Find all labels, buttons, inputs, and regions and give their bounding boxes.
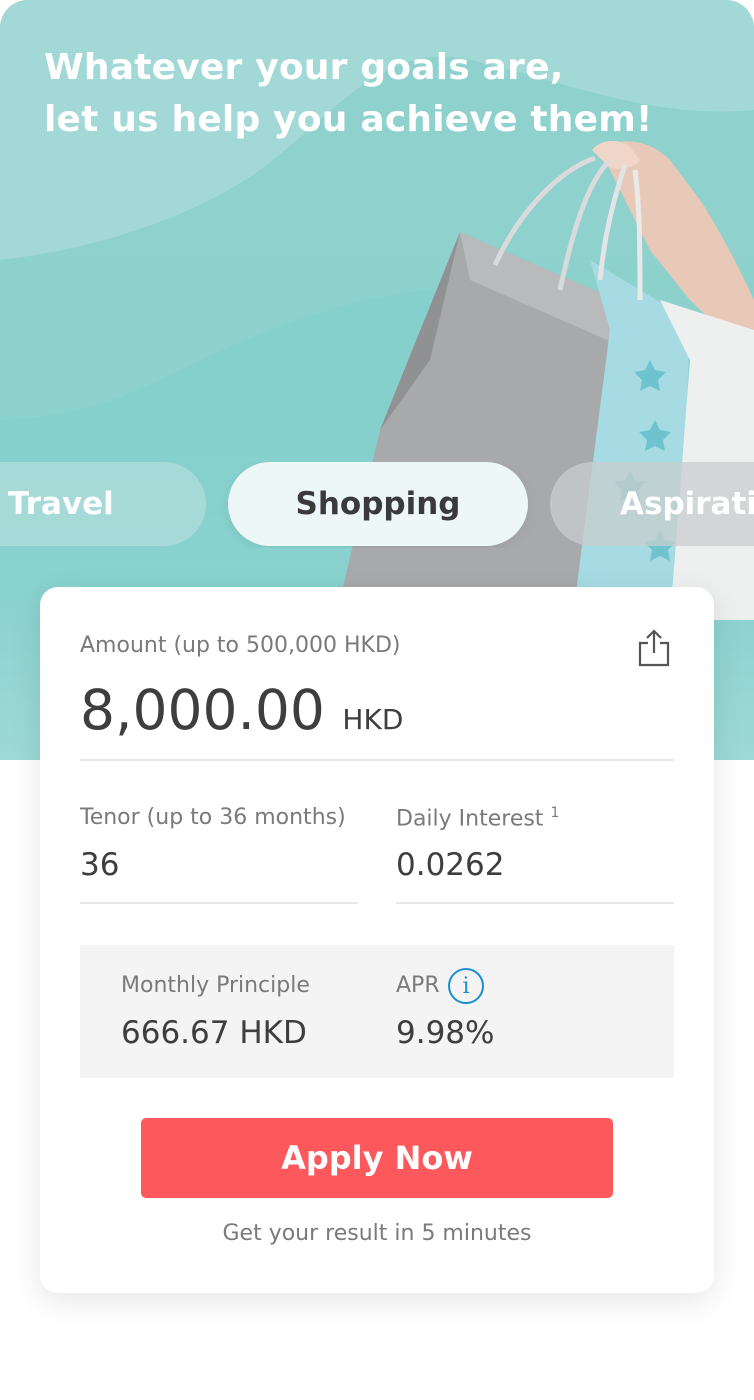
amount-value[interactable]: 8,000.00 HKD	[80, 675, 403, 755]
tenor-divider	[80, 902, 358, 904]
amount-number: 8,000.00	[80, 678, 325, 742]
tab-shopping-label: Shopping	[295, 486, 461, 522]
result-time-note: Get your result in 5 minutes	[222, 1221, 532, 1246]
daily-interest-value: 0.0262	[396, 847, 505, 883]
tab-travel[interactable]: Travel	[0, 462, 206, 546]
headline-line-1: Whatever your goals are,	[44, 47, 564, 88]
summary-box: Monthly Principle 666.67 HKD APR i 9.98%	[80, 945, 674, 1078]
daily-interest-label: Daily Interest 1	[396, 805, 559, 831]
monthly-principle-label: Monthly Principle	[121, 973, 310, 998]
share-icon[interactable]	[636, 627, 672, 669]
apr-value: 9.98%	[396, 1015, 495, 1051]
loan-calculator-card: Amount (up to 500,000 HKD) 8,000.00 HKD …	[40, 587, 714, 1293]
amount-label: Amount (up to 500,000 HKD)	[80, 633, 401, 658]
tab-aspiration[interactable]: Aspiratio	[550, 462, 754, 546]
headline-line-2: let us help you achieve them!	[44, 99, 653, 140]
tab-aspiration-label: Aspiratio	[620, 486, 754, 522]
hero-headline: Whatever your goals are, let us help you…	[44, 42, 653, 146]
category-tabs: Travel Shopping Aspiratio	[0, 462, 754, 548]
amount-currency: HKD	[342, 703, 404, 736]
daily-interest-footnote-mark: 1	[550, 805, 560, 821]
daily-interest-divider	[396, 902, 674, 904]
tab-travel-label: Travel	[8, 486, 114, 522]
apr-label: APR	[396, 973, 440, 998]
tenor-label: Tenor (up to 36 months)	[80, 805, 346, 830]
monthly-principle-value: 666.67 HKD	[121, 1015, 307, 1051]
amount-divider	[80, 759, 674, 761]
info-icon[interactable]: i	[448, 968, 484, 1004]
tab-shopping[interactable]: Shopping	[228, 462, 528, 546]
daily-interest-text: Daily Interest	[396, 806, 544, 832]
tenor-value[interactable]: 36	[80, 847, 119, 883]
apply-now-button[interactable]: Apply Now	[141, 1118, 613, 1198]
